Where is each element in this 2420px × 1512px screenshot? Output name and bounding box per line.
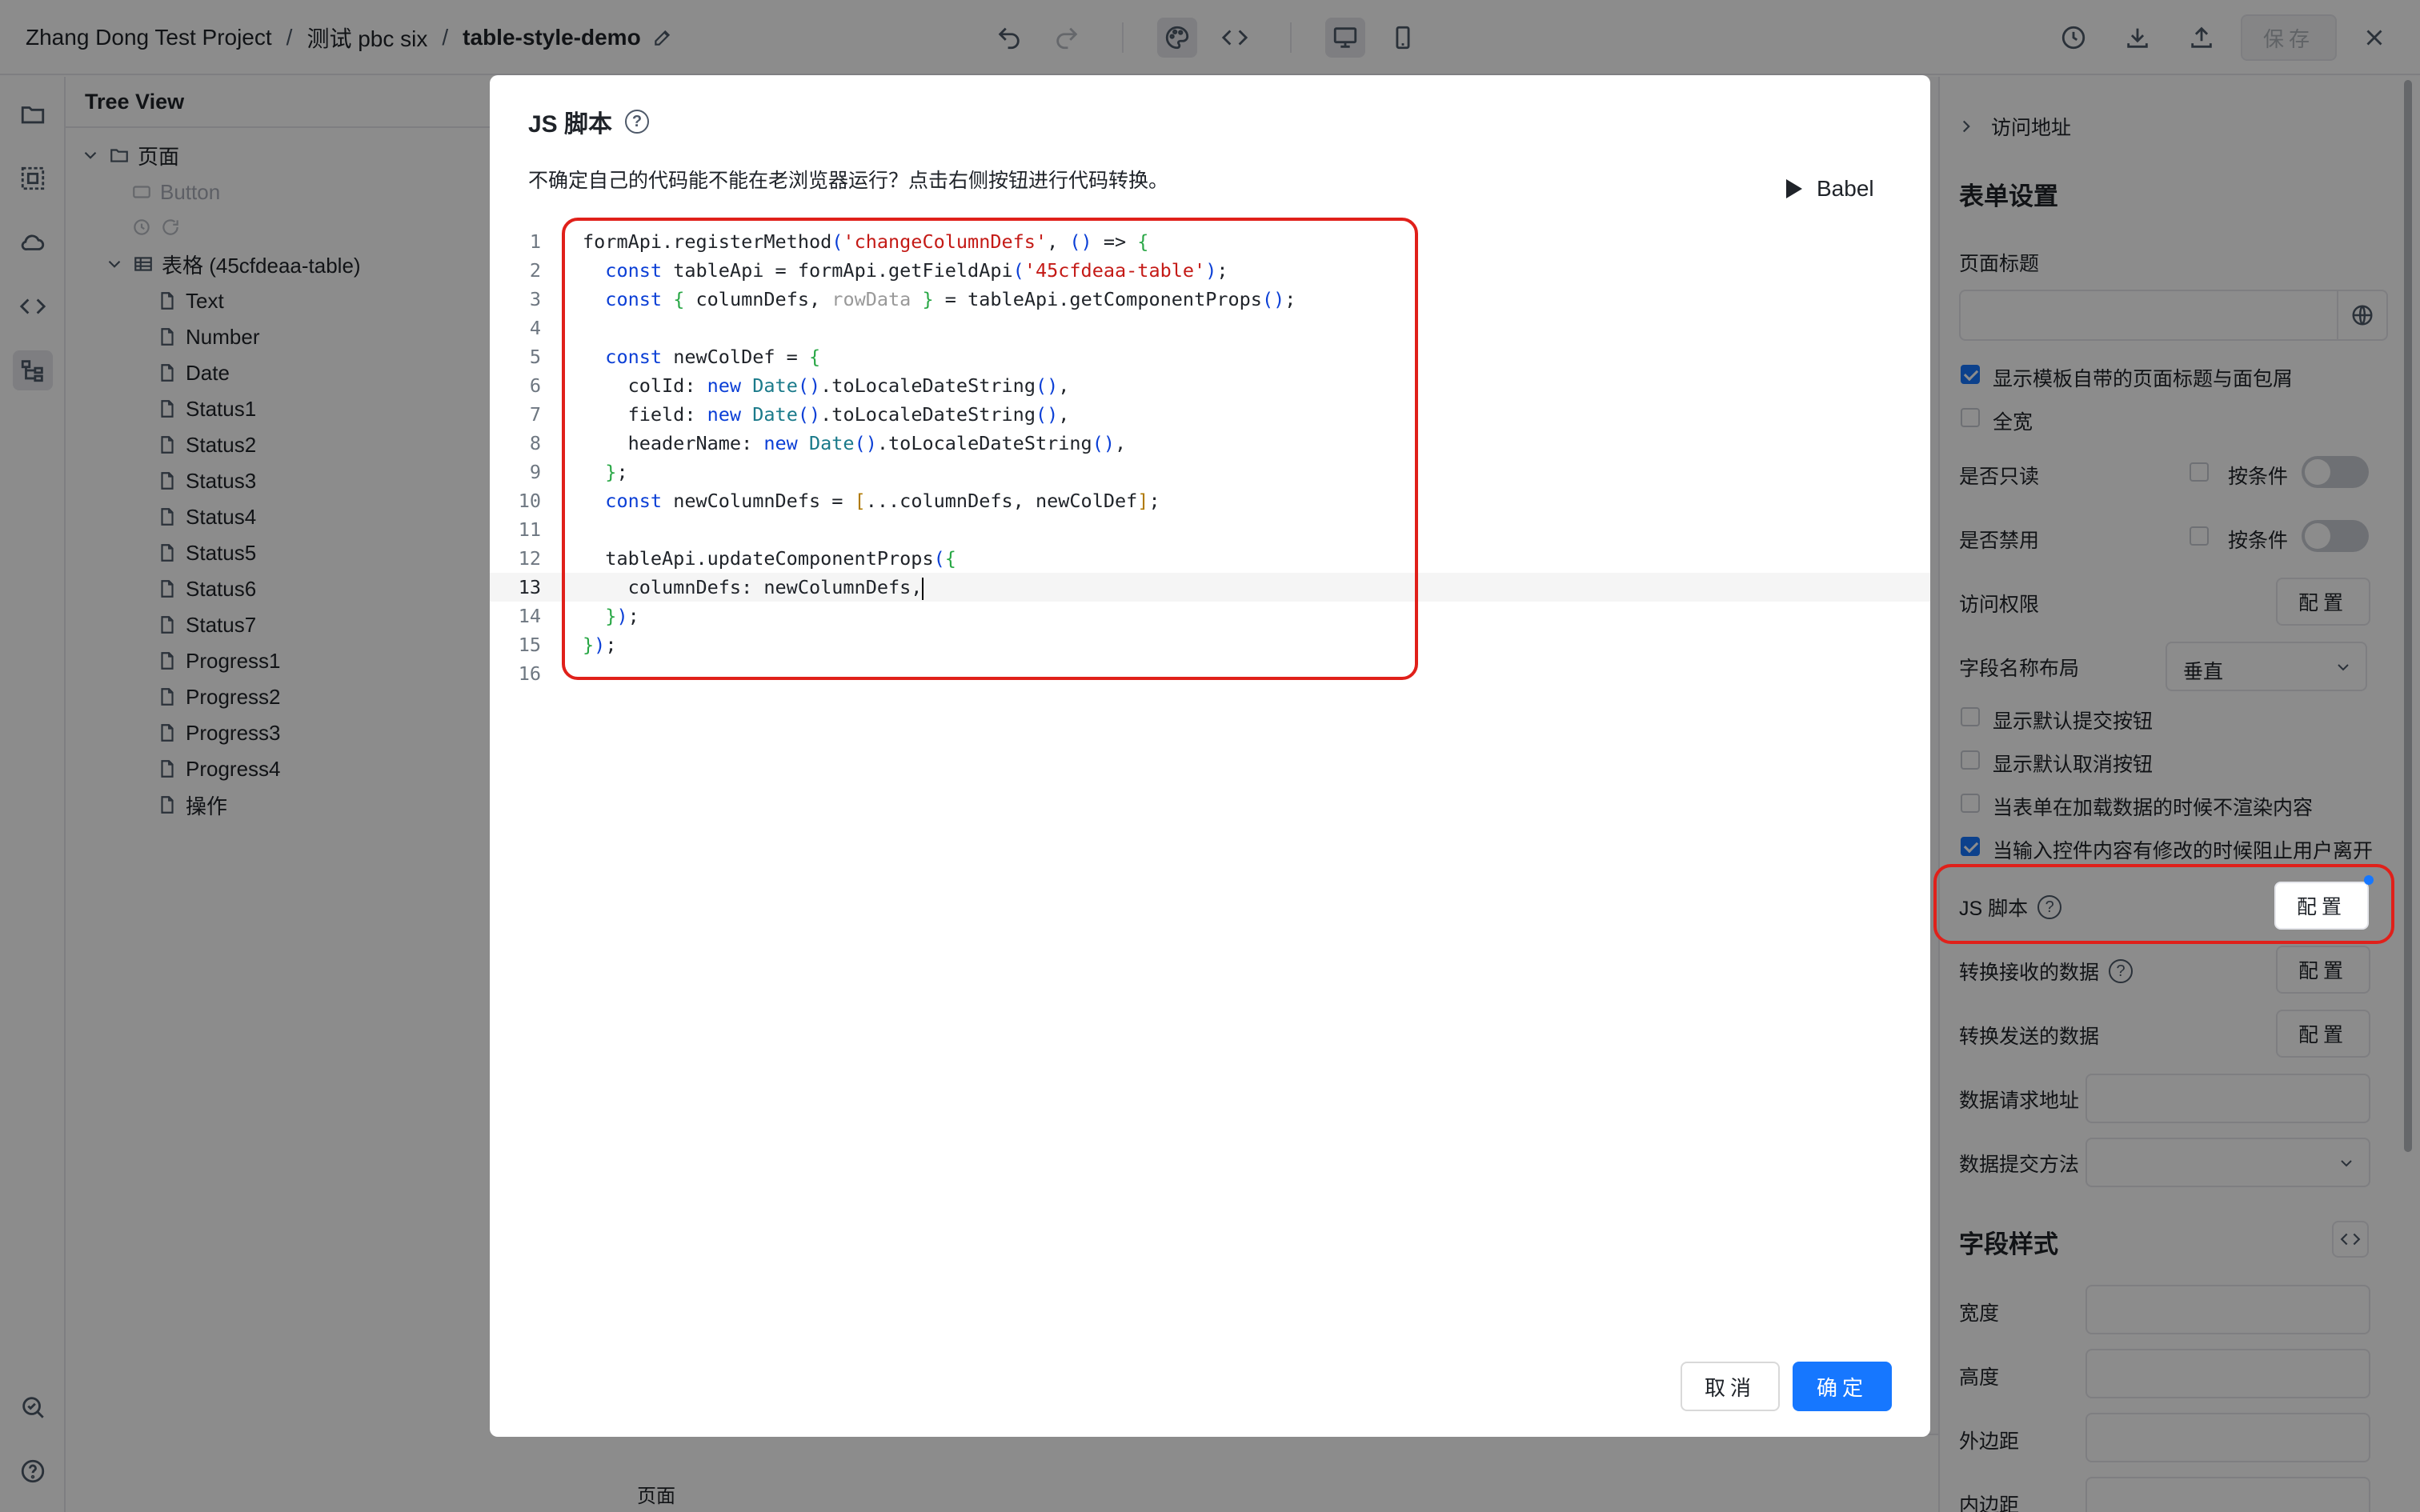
line-number: 15 [518, 634, 541, 656]
line-number: 7 [529, 403, 541, 426]
code-line[interactable]: 15}); [490, 630, 1930, 659]
code-line[interactable]: 9 }; [490, 458, 1930, 486]
babel-label: Babel [1817, 176, 1874, 201]
play-icon [1786, 179, 1802, 198]
line-number: 10 [518, 490, 541, 512]
code-text: field: new Date().toLocaleDateString(), [583, 403, 1070, 426]
line-number: 8 [529, 432, 541, 454]
line-number: 14 [518, 605, 541, 627]
js-script-config-button[interactable]: 配置 [2274, 882, 2369, 930]
line-number: 2 [529, 259, 541, 282]
line-number: 9 [529, 461, 541, 483]
code-text: const newColDef = { [605, 346, 821, 368]
code-text: const newColumnDefs = [...columnDefs, ne… [605, 490, 1160, 512]
js-script-modal: JS 脚本 ? 不确定自己的代码能不能在老浏览器运行？点击右侧按钮进行代码转换。… [490, 75, 1930, 1437]
code-line[interactable]: 8 headerName: new Date().toLocaleDateStr… [490, 429, 1930, 458]
line-number: 16 [518, 662, 541, 685]
help-icon[interactable]: ? [625, 110, 650, 134]
code-line[interactable]: 4 [490, 314, 1930, 342]
code-text: colId: new Date().toLocaleDateString(), [583, 374, 1070, 397]
line-number: 3 [529, 288, 541, 310]
code-text: const { columnDefs, rowData } = tableApi… [605, 288, 1296, 310]
code-line[interactable]: 5 const newColDef = { [490, 342, 1930, 371]
babel-button[interactable]: Babel [1786, 176, 1874, 202]
line-number: 13 [518, 576, 541, 598]
line-number: 5 [529, 346, 541, 368]
code-text: formApi.registerMethod('changeColumnDefs… [583, 230, 1149, 253]
modified-dot [2364, 875, 2374, 885]
ok-button[interactable]: 确定 [1793, 1362, 1892, 1411]
code-text: }); [605, 605, 639, 627]
modal-description: 不确定自己的代码能不能在老浏览器运行？点击右侧按钮进行代码转换。 [528, 170, 1169, 192]
code-line[interactable]: 2 const tableApi = formApi.getFieldApi('… [490, 256, 1930, 285]
line-number: 11 [518, 518, 541, 541]
modal-title: JS 脚本 ? [528, 104, 650, 139]
code-text: tableApi.updateComponentProps({ [583, 547, 956, 570]
code-line[interactable]: 13 columnDefs: newColumnDefs, [490, 573, 1930, 602]
code-text: const tableApi = formApi.getFieldApi('45… [605, 259, 1228, 282]
code-line[interactable]: 11 [490, 515, 1930, 544]
modal-title-text: JS 脚本 [528, 111, 613, 138]
code-line[interactable]: 14 }); [490, 602, 1930, 630]
code-line[interactable]: 1 formApi.registerMethod('changeColumnDef… [490, 227, 1930, 256]
code-line[interactable]: 16 [490, 659, 1930, 688]
code-line[interactable]: 10 const newColumnDefs = [...columnDefs,… [490, 486, 1930, 515]
line-number: 4 [529, 317, 541, 339]
code-line[interactable]: 6 colId: new Date().toLocaleDateString()… [490, 371, 1930, 400]
code-text: }); [583, 634, 617, 656]
line-number: 6 [529, 374, 541, 397]
cancel-button[interactable]: 取消 [1681, 1362, 1780, 1411]
code-line[interactable]: 12 tableApi.updateComponentProps({ [490, 544, 1930, 573]
code-editor[interactable]: 1 formApi.registerMethod('changeColumnDef… [490, 227, 1930, 688]
code-line[interactable]: 7 field: new Date().toLocaleDateString()… [490, 400, 1930, 429]
code-text: headerName: new Date().toLocaleDateStrin… [583, 432, 1127, 454]
code-line[interactable]: 3 const { columnDefs, rowData } = tableA… [490, 285, 1930, 314]
line-number: 12 [518, 547, 541, 570]
code-text: columnDefs: newColumnDefs, [583, 576, 924, 600]
code-text: }; [605, 461, 628, 483]
line-number: 1 [529, 230, 541, 253]
